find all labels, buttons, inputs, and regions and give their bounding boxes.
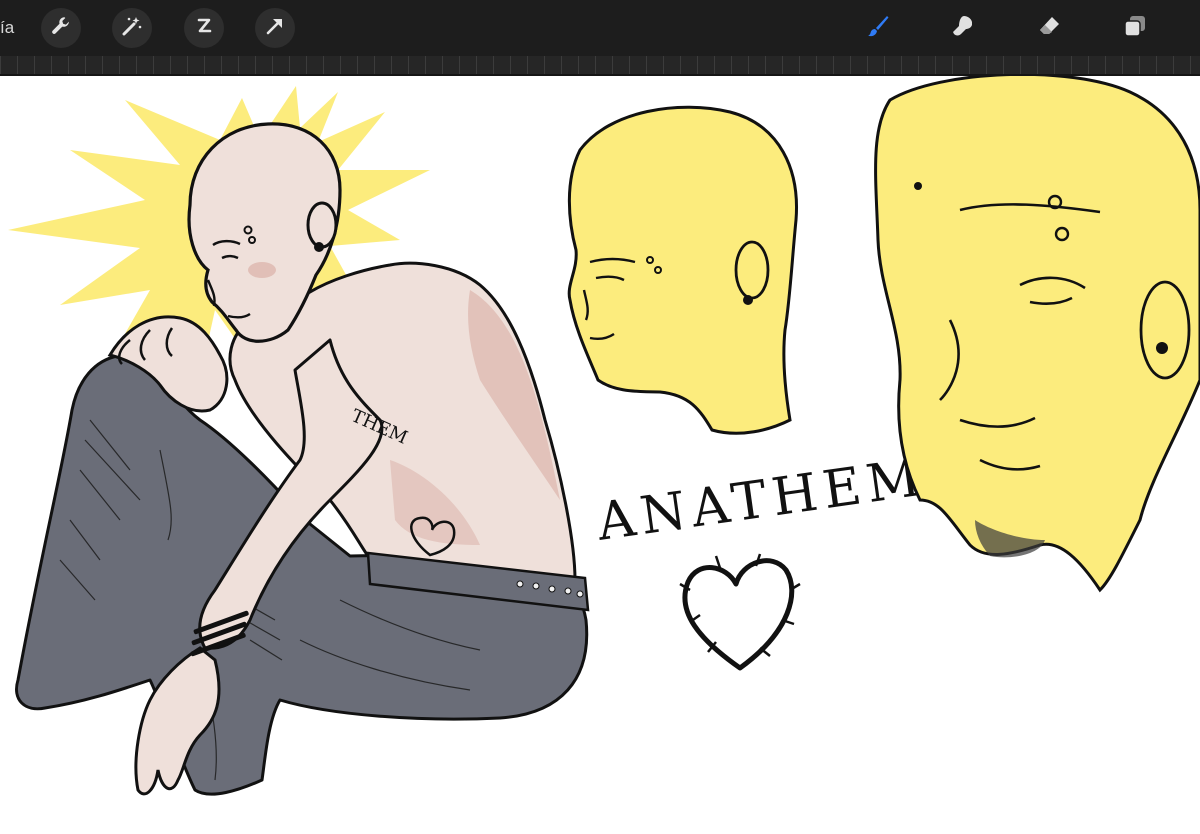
ear-gauge xyxy=(314,242,324,252)
brush-icon xyxy=(866,14,890,42)
drawing-canvas[interactable]: THEM ANATHEMA xyxy=(0,76,1200,834)
transform-button[interactable] xyxy=(255,8,295,48)
arrow-cursor-icon xyxy=(263,14,287,42)
ear xyxy=(306,201,338,249)
layers-icon xyxy=(1123,14,1147,42)
smudge-finger-icon xyxy=(951,14,975,42)
eraser-tool[interactable] xyxy=(1027,8,1071,48)
brush-tool[interactable] xyxy=(856,8,900,48)
wrench-icon xyxy=(49,14,73,42)
canvas-ruler xyxy=(0,56,1200,76)
selection-s-icon xyxy=(192,14,216,42)
adjustments-button[interactable] xyxy=(112,8,152,48)
selection-button[interactable] xyxy=(184,8,224,48)
magic-wand-icon xyxy=(120,14,144,42)
barbed-heart-drawing xyxy=(682,558,795,671)
gallery-button[interactable]: ía xyxy=(0,14,14,42)
artwork: THEM ANATHEMA xyxy=(8,76,1200,796)
eraser-icon xyxy=(1037,14,1061,42)
top-toolbar: ía xyxy=(0,0,1200,56)
layers-tool[interactable] xyxy=(1113,8,1157,48)
smudge-tool[interactable] xyxy=(941,8,985,48)
actions-button[interactable] xyxy=(41,8,81,48)
